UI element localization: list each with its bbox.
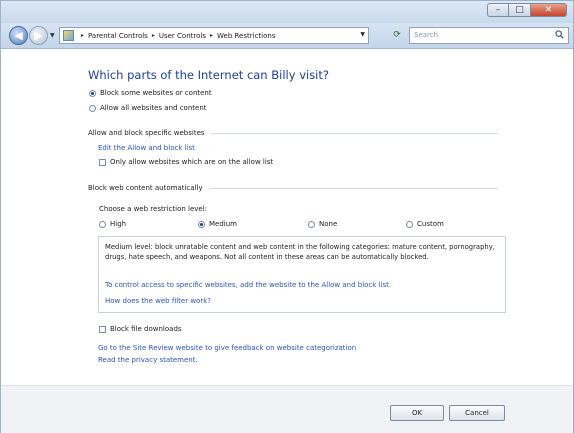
breadcrumb-web-restrictions[interactable]: Web Restrictions xyxy=(217,32,275,40)
option-allow-all[interactable]: Allow all websites and content xyxy=(89,104,207,112)
checkbox-label: Only allow websites which are on the all… xyxy=(110,158,274,166)
section-title: Allow and block specific websites xyxy=(88,129,205,137)
forward-button[interactable]: ▶ xyxy=(29,26,48,45)
address-history-dropdown[interactable]: ▼ xyxy=(360,31,365,38)
level-label: Medium xyxy=(209,220,237,228)
only-allow-checkbox[interactable] xyxy=(99,158,106,166)
title-bar: – □ ✕ xyxy=(1,1,573,23)
checkbox-label: Block file downloads xyxy=(110,325,182,333)
address-bar[interactable]: ▸ Parental Controls ▸ User Controls ▸ We… xyxy=(59,27,369,44)
radio-allow-all[interactable] xyxy=(89,104,96,112)
breadcrumb-parental-controls[interactable]: Parental Controls xyxy=(88,32,148,40)
level-label: None xyxy=(319,220,338,228)
option-label: Allow all websites and content xyxy=(100,104,207,112)
privacy-statement-link[interactable]: Read the privacy statement. xyxy=(98,356,198,364)
radio-block-some[interactable] xyxy=(89,89,96,97)
refresh-icon: ⟳ xyxy=(393,30,401,40)
breadcrumb-user-controls[interactable]: User Controls xyxy=(159,32,206,40)
radio-medium[interactable] xyxy=(198,220,205,228)
main-content: Which parts of the Internet can Billy vi… xyxy=(1,50,573,385)
search-icon[interactable] xyxy=(555,30,564,39)
level-custom[interactable]: Custom xyxy=(406,220,444,228)
control-panel-icon xyxy=(63,30,74,41)
choose-level-label: Choose a web restriction level: xyxy=(99,205,208,213)
section-title: Block web content automatically xyxy=(88,184,203,192)
back-button[interactable]: ◀ xyxy=(9,26,28,45)
block-downloads-checkbox[interactable] xyxy=(99,325,106,333)
radio-none[interactable] xyxy=(308,220,315,228)
breadcrumb-separator: ▸ xyxy=(81,32,85,39)
arrow-right-icon: ▶ xyxy=(34,29,43,42)
level-description: Medium level: block unratable content an… xyxy=(105,243,495,261)
maximize-button[interactable]: □ xyxy=(509,3,531,17)
block-downloads-option[interactable]: Block file downloads xyxy=(99,325,182,333)
level-high[interactable]: High xyxy=(99,220,126,228)
arrow-left-icon: ◀ xyxy=(14,29,23,42)
how-filter-works-link[interactable]: How does the web filter work? xyxy=(105,297,211,305)
breadcrumb-separator: ▸ xyxy=(210,32,214,39)
section-allow-block: Allow and block specific websites xyxy=(88,129,498,137)
refresh-button[interactable]: ⟳ xyxy=(387,28,407,43)
level-medium[interactable]: Medium xyxy=(198,220,237,228)
close-button[interactable]: ✕ xyxy=(531,3,567,17)
chevron-down-icon: ▼ xyxy=(50,32,55,39)
level-label: High xyxy=(110,220,127,228)
only-allow-option[interactable]: Only allow websites which are on the all… xyxy=(99,158,273,166)
page-title: Which parts of the Internet can Billy vi… xyxy=(88,68,329,82)
navigation-bar: ◀ ▶ ▼ ▸ Parental Controls ▸ User Control… xyxy=(1,23,573,49)
cancel-button[interactable]: Cancel xyxy=(449,405,505,421)
minimize-button[interactable]: – xyxy=(487,3,509,17)
site-review-link[interactable]: Go to the Site Review website to give fe… xyxy=(98,344,356,352)
window-controls: – □ ✕ xyxy=(487,3,567,17)
search-placeholder: Search xyxy=(414,31,439,39)
parental-controls-window: – □ ✕ ◀ ▶ ▼ ▸ Parental Controls ▸ User C… xyxy=(0,0,574,433)
level-description-box: Medium level: block unratable content an… xyxy=(98,236,506,313)
dialog-footer: OK Cancel xyxy=(1,385,573,433)
section-auto-block: Block web content automatically xyxy=(88,184,498,192)
level-label: Custom xyxy=(417,220,444,228)
option-label: Block some websites or content xyxy=(100,89,212,97)
edit-allow-block-list-link[interactable]: Edit the Allow and block list xyxy=(98,144,195,152)
restriction-level-prompt: Choose a web restriction level: xyxy=(99,205,207,213)
control-access-link[interactable]: To control access to specific websites, … xyxy=(105,281,391,289)
breadcrumb-separator: ▸ xyxy=(151,32,155,39)
recent-pages-dropdown[interactable]: ▼ xyxy=(50,32,55,39)
ok-button[interactable]: OK xyxy=(390,405,444,421)
level-none[interactable]: None xyxy=(308,220,337,228)
option-block-some[interactable]: Block some websites or content xyxy=(89,89,212,97)
divider xyxy=(208,187,498,189)
radio-custom[interactable] xyxy=(406,220,413,228)
divider xyxy=(210,132,498,134)
radio-high[interactable] xyxy=(99,220,106,228)
search-input[interactable]: Search xyxy=(409,27,569,44)
